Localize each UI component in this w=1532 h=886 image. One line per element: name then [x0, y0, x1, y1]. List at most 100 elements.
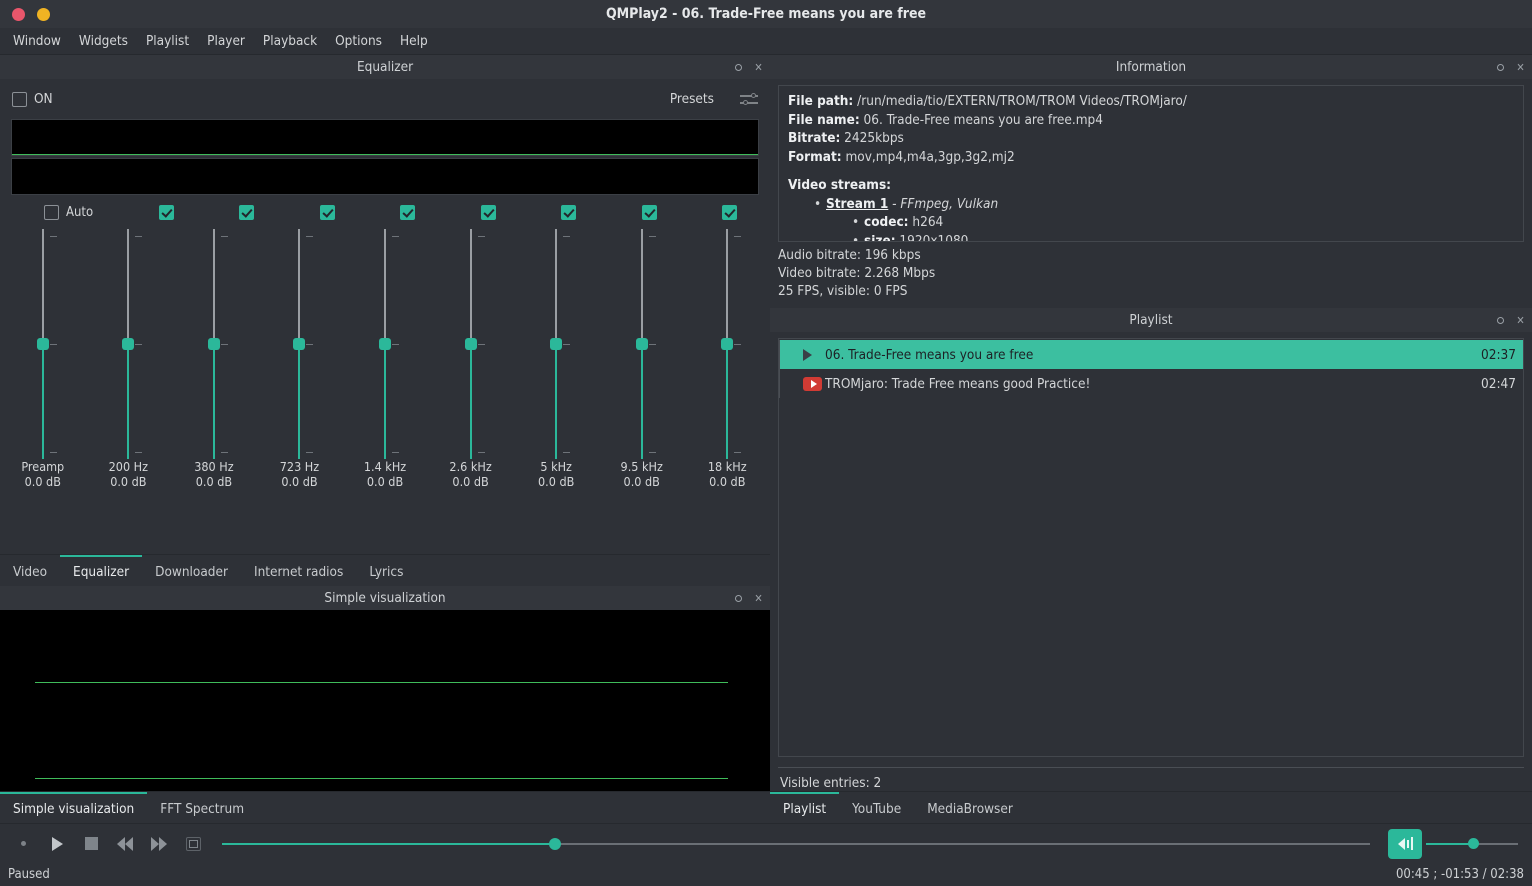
slider-handle[interactable]	[122, 338, 135, 350]
slider-handle[interactable]	[207, 338, 220, 350]
checkbox-icon[interactable]	[400, 204, 416, 220]
slider-handle[interactable]	[379, 338, 392, 350]
band-slider[interactable]	[622, 229, 662, 459]
menu-item-help[interactable]: Help	[391, 30, 437, 52]
tab-youtube[interactable]: YouTube	[839, 792, 914, 823]
volume-button[interactable]	[1388, 828, 1422, 859]
band-label: 9.5 kHz 0.0 dB	[621, 459, 663, 489]
tab-video[interactable]: Video	[0, 555, 60, 586]
band-frequency: 723 Hz	[279, 459, 320, 474]
menu-item-window[interactable]: Window	[4, 30, 70, 52]
visualization-canvas[interactable]	[0, 610, 770, 791]
visualization-panel	[0, 610, 770, 791]
band-toggle-5[interactable]	[448, 204, 529, 220]
band-toggle-8[interactable]	[690, 204, 771, 220]
playlist-row[interactable]: 06. Trade-Free means you are free 02:37	[779, 340, 1523, 369]
equalizer-on-toggle[interactable]: ON	[12, 91, 53, 107]
checkbox-icon[interactable]	[12, 91, 27, 107]
fullscreen-button[interactable]	[176, 829, 210, 859]
tab-fft-spectrum[interactable]: FFT Spectrum	[147, 792, 257, 823]
information-text-box[interactable]: File path: /run/media/tio/EXTERN/TROM/TR…	[778, 85, 1524, 242]
band-slider[interactable]	[707, 229, 747, 459]
tab-internet-radios[interactable]: Internet radios	[241, 555, 356, 586]
playlist-list[interactable]: 06. Trade-Free means you are free 02:37 TR…	[778, 338, 1524, 757]
band-slider[interactable]	[23, 229, 63, 459]
menu-item-options[interactable]: Options	[326, 30, 391, 52]
stream-decoders: - FFmpeg, Vulkan	[892, 195, 999, 212]
band-toggle-3[interactable]	[287, 204, 368, 220]
band-toggle-2[interactable]	[207, 204, 288, 220]
float-icon[interactable]	[733, 62, 744, 73]
band-slider[interactable]	[536, 229, 576, 459]
tab-playlist[interactable]: Playlist	[770, 792, 840, 823]
stream-link[interactable]: Stream 1	[826, 196, 888, 212]
menu-item-widgets[interactable]: Widgets	[70, 30, 137, 52]
tab-equalizer[interactable]: Equalizer	[60, 555, 143, 586]
slider-handle[interactable]	[464, 338, 477, 350]
slider-handle[interactable]	[635, 338, 648, 350]
band-toggle-1[interactable]	[126, 204, 207, 220]
fps-text: 25 FPS, visible: 0 FPS	[778, 283, 908, 299]
checkbox-icon[interactable]	[158, 204, 174, 220]
band-slider[interactable]	[451, 229, 491, 459]
tab-lyrics[interactable]: Lyrics	[356, 555, 416, 586]
equalizer-auto-toggle[interactable]: Auto	[44, 204, 126, 220]
float-icon[interactable]	[1495, 62, 1506, 73]
record-dot-button[interactable]	[6, 829, 40, 859]
checkbox-icon[interactable]	[319, 204, 335, 220]
slider-handle[interactable]	[550, 338, 563, 350]
slider-handle[interactable]	[721, 338, 734, 350]
close-icon[interactable]: ✕	[1515, 315, 1526, 326]
fullscreen-icon	[185, 836, 201, 851]
checkbox-icon[interactable]	[480, 204, 496, 220]
close-icon[interactable]: ✕	[753, 62, 764, 73]
slider-handle[interactable]	[36, 338, 49, 350]
info-file-path-label: File path:	[788, 93, 854, 109]
information-dock-title: Information ✕	[770, 55, 1532, 79]
equalizer-settings-icon[interactable]	[740, 92, 758, 106]
slider-handle[interactable]	[293, 338, 306, 350]
band-slider[interactable]	[365, 229, 405, 459]
info-bitrate-label: Bitrate:	[788, 130, 841, 146]
tab-mediabrowser[interactable]: MediaBrowser	[914, 792, 1026, 823]
band-slider[interactable]	[279, 229, 319, 459]
seek-handle[interactable]	[548, 837, 561, 850]
close-icon[interactable]: ✕	[1515, 62, 1526, 73]
float-icon[interactable]	[1495, 315, 1506, 326]
band-toggle-6[interactable]	[529, 204, 610, 220]
menu-item-playlist[interactable]: Playlist	[137, 30, 198, 52]
info-bitrate-value: 2425kbps	[844, 130, 904, 146]
previous-button[interactable]	[108, 829, 142, 859]
float-icon[interactable]	[733, 593, 744, 604]
volume-handle[interactable]	[1468, 838, 1480, 849]
tab-downloader[interactable]: Downloader	[142, 555, 241, 586]
minimize-window-button[interactable]	[37, 7, 50, 21]
close-icon[interactable]: ✕	[753, 593, 764, 604]
next-button[interactable]	[142, 829, 176, 859]
band-toggle-4[interactable]	[368, 204, 449, 220]
tab-simple-visualization[interactable]: Simple visualization	[0, 792, 148, 823]
checkbox-icon[interactable]	[44, 204, 59, 220]
checkbox-icon[interactable]	[239, 204, 255, 220]
presets-button[interactable]: Presets	[670, 91, 714, 107]
stop-button[interactable]	[74, 829, 108, 859]
checkbox-icon[interactable]	[641, 204, 657, 220]
band-toggle-7[interactable]	[609, 204, 690, 220]
volume-slider[interactable]	[1426, 829, 1518, 859]
menu-item-player[interactable]: Player	[198, 30, 254, 52]
menu-item-playback[interactable]: Playback	[254, 30, 326, 52]
band-frequency: 9.5 kHz	[620, 459, 663, 474]
play-button[interactable]	[40, 829, 74, 859]
info-stream-sublist: codec: h264 size: 1920x1080	[852, 213, 1514, 241]
playlist-dock-buttons: ✕	[1495, 308, 1526, 332]
checkbox-icon[interactable]	[722, 204, 738, 220]
band-label: 5 kHz 0.0 dB	[538, 459, 574, 489]
playlist-row[interactable]: TROMjaro: Trade Free means good Practice…	[779, 369, 1523, 398]
checkbox-icon[interactable]	[561, 204, 577, 220]
slider-fill	[41, 344, 44, 459]
band-slider[interactable]	[108, 229, 148, 459]
close-window-button[interactable]	[12, 7, 25, 21]
equalizer-on-label: ON	[34, 91, 53, 107]
band-slider[interactable]	[194, 229, 234, 459]
seek-slider[interactable]	[210, 829, 1382, 859]
